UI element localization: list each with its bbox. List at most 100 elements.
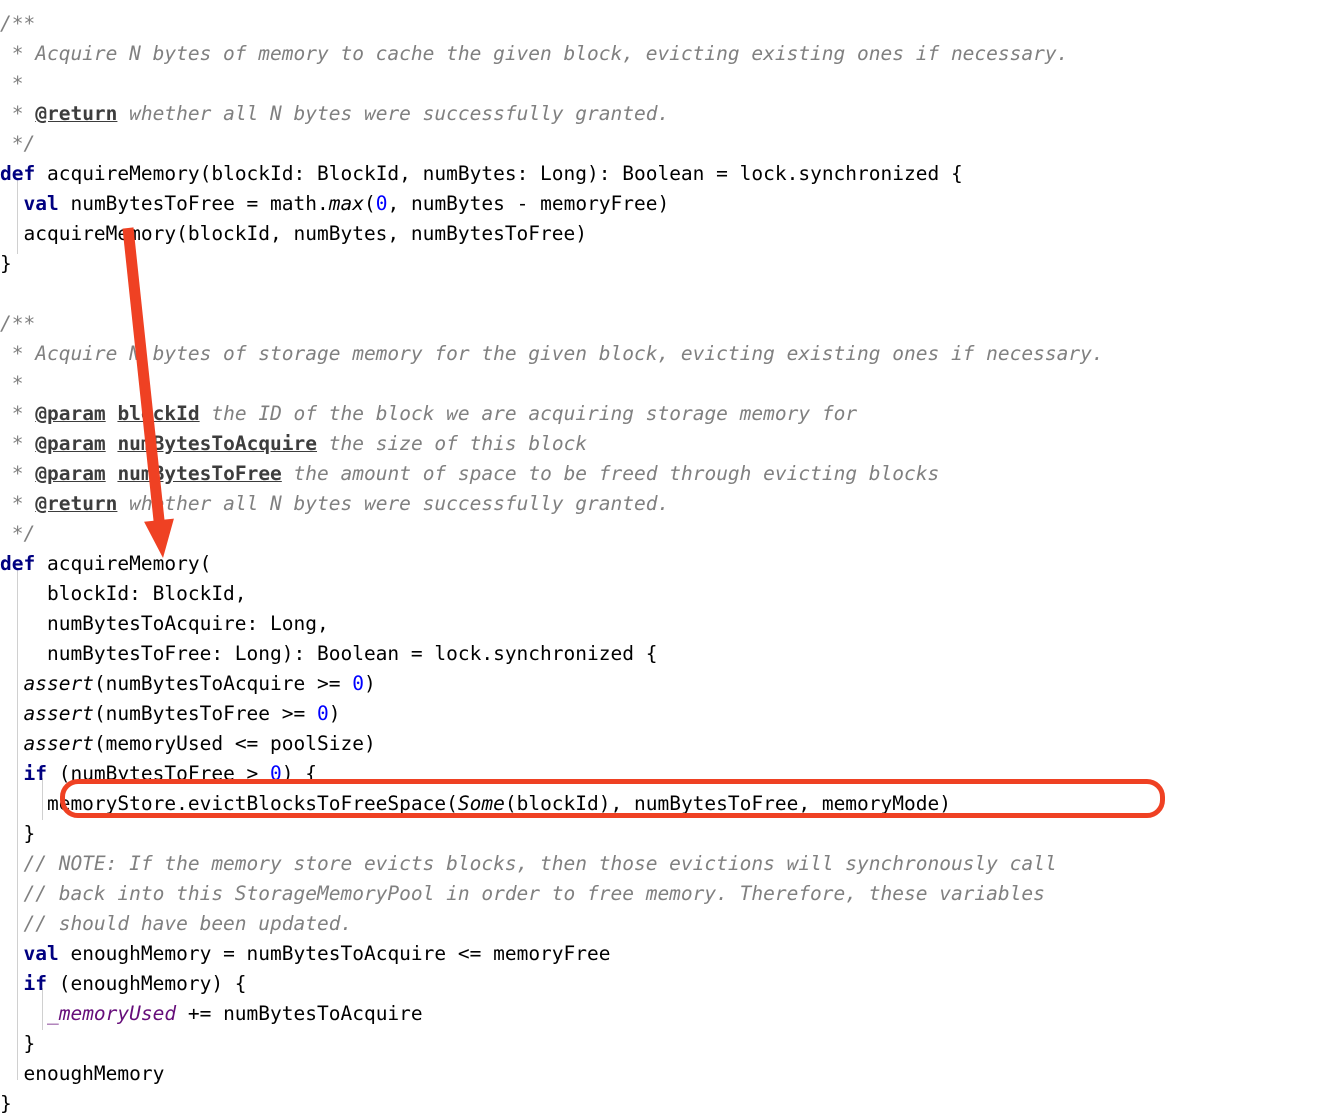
code-token-kw: def — [0, 552, 36, 575]
code-line[interactable]: /** — [0, 9, 1340, 39]
code-token-plain: acquireMemory(blockId, numBytes, numByte… — [0, 222, 587, 245]
code-token-plain: ) — [328, 702, 341, 725]
code-token-plain: numBytesToAcquire: Long, — [0, 612, 329, 635]
code-line[interactable] — [0, 279, 1340, 309]
code-line[interactable]: * Acquire N bytes of memory to cache the… — [0, 39, 1340, 69]
code-token-cmt: * Acquire N bytes of memory to cache the… — [0, 42, 1069, 65]
code-token-cmt: * — [0, 402, 36, 425]
code-token-plain: ( — [363, 192, 376, 215]
code-line[interactable]: */ — [0, 129, 1340, 159]
code-line[interactable]: * Acquire N bytes of storage memory for … — [0, 339, 1340, 369]
code-line[interactable]: } — [0, 1029, 1340, 1059]
code-line[interactable]: } — [0, 249, 1340, 279]
code-token-cmt: // should have been updated. — [0, 912, 353, 935]
code-token-cmt: the ID of the block we are acquiring sto… — [199, 402, 858, 425]
code-token-tag: @return — [35, 492, 118, 515]
code-line[interactable]: * — [0, 69, 1340, 99]
code-line[interactable]: enoughMemory — [0, 1059, 1340, 1089]
code-line[interactable]: def acquireMemory(blockId: BlockId, numB… — [0, 159, 1340, 189]
code-line[interactable]: numBytesToFree: Long): Boolean = lock.sy… — [0, 639, 1340, 669]
code-line[interactable]: blockId: BlockId, — [0, 579, 1340, 609]
code-token-cmt: the amount of space to be freed through … — [281, 462, 940, 485]
code-line[interactable]: // NOTE: If the memory store evicts bloc… — [0, 849, 1340, 879]
code-token-cmt: /** — [0, 312, 36, 335]
code-token-cmt: */ — [0, 132, 36, 155]
code-token-tag: @return — [35, 102, 118, 125]
code-line[interactable]: */ — [0, 519, 1340, 549]
code-token-tag: blockId — [117, 402, 200, 425]
code-token-cmt — [106, 462, 118, 485]
code-token-cmt: /** — [0, 12, 36, 35]
code-token-plain: (numBytesToAcquire >= — [93, 672, 353, 695]
code-line[interactable]: val numBytesToFree = math.max(0, numByte… — [0, 189, 1340, 219]
code-token-tag: numBytesToFree — [117, 462, 282, 485]
code-token-ital: max — [328, 192, 364, 215]
red-rounded-highlight — [60, 779, 1165, 818]
code-line[interactable]: acquireMemory(blockId, numBytes, numByte… — [0, 219, 1340, 249]
code-token-plain: (enoughMemory) { — [46, 972, 247, 995]
code-line[interactable]: assert(numBytesToFree >= 0) — [0, 699, 1340, 729]
code-token-cmt: * — [0, 462, 36, 485]
code-line[interactable]: * @return whether all N bytes were succe… — [0, 99, 1340, 129]
code-editor-pane[interactable]: /** * Acquire N bytes of memory to cache… — [0, 0, 1340, 1115]
code-token-cmt: * — [0, 432, 36, 455]
code-token-plain: } — [0, 822, 36, 845]
code-line[interactable]: assert(numBytesToAcquire >= 0) — [0, 669, 1340, 699]
code-token-plain: (numBytesToFree >= — [93, 702, 317, 725]
code-token-cmt: */ — [0, 522, 36, 545]
code-token-plain: } — [0, 252, 12, 275]
code-line[interactable]: } — [0, 1089, 1340, 1119]
code-token-kw: val — [23, 192, 59, 215]
code-token-ital: assert — [23, 732, 94, 755]
code-token-tag: @param — [35, 462, 106, 485]
code-token-plain: enoughMemory = numBytesToAcquire <= memo… — [58, 942, 611, 965]
code-line[interactable]: // should have been updated. — [0, 909, 1340, 939]
code-token-kw: def — [0, 162, 36, 185]
code-line[interactable]: _memoryUsed += numBytesToAcquire — [0, 999, 1340, 1029]
code-token-cmt: whether all N bytes were successfully gr… — [117, 492, 670, 515]
code-token-plain: += numBytesToAcquire — [176, 1002, 423, 1025]
code-line[interactable]: * @param blockId the ID of the block we … — [0, 399, 1340, 429]
code-line[interactable]: * @return whether all N bytes were succe… — [0, 489, 1340, 519]
code-line[interactable]: * @param numBytesToFree the amount of sp… — [0, 459, 1340, 489]
code-token-plain: numBytesToFree = math. — [58, 192, 329, 215]
code-token-num: 0 — [375, 192, 388, 215]
code-token-plain: enoughMemory — [0, 1062, 165, 1085]
code-token-kw: val — [23, 942, 59, 965]
code-token-num: 0 — [317, 702, 329, 725]
code-line[interactable]: def acquireMemory( — [0, 549, 1340, 579]
code-line[interactable]: /** — [0, 309, 1340, 339]
code-token-cmt: * — [0, 102, 36, 125]
code-token-plain: acquireMemory(blockId: BlockId, numBytes… — [35, 162, 963, 185]
code-line[interactable]: if (enoughMemory) { — [0, 969, 1340, 999]
code-token-plain: (memoryUsed <= poolSize) — [93, 732, 376, 755]
code-token-ital: assert — [23, 702, 94, 725]
code-token-plain: } — [0, 1032, 36, 1055]
code-line[interactable]: // back into this StorageMemoryPool in o… — [0, 879, 1340, 909]
code-line[interactable]: } — [0, 819, 1340, 849]
code-token-cmt: whether all N bytes were successfully gr… — [117, 102, 670, 125]
code-token-cmt: * — [0, 372, 24, 395]
code-line[interactable]: val enoughMemory = numBytesToAcquire <= … — [0, 939, 1340, 969]
code-line[interactable]: numBytesToAcquire: Long, — [0, 609, 1340, 639]
code-line[interactable]: * @param numBytesToAcquire the size of t… — [0, 429, 1340, 459]
code-token-num: 0 — [352, 672, 364, 695]
code-token-plain: blockId: BlockId, — [0, 582, 247, 605]
code-token-tag: @param — [35, 402, 106, 425]
source-code-text[interactable]: /** * Acquire N bytes of memory to cache… — [0, 0, 1340, 1115]
code-token-kw: if — [23, 972, 47, 995]
code-line[interactable]: assert(memoryUsed <= poolSize) — [0, 729, 1340, 759]
code-token-cmt: * Acquire N bytes of storage memory for … — [0, 342, 1104, 365]
code-line[interactable]: * — [0, 369, 1340, 399]
code-token-tag: numBytesToAcquire — [117, 432, 318, 455]
code-token-plain: ) — [363, 672, 376, 695]
code-token-cmt — [106, 432, 118, 455]
code-token-cmt: // NOTE: If the memory store evicts bloc… — [0, 852, 1057, 875]
